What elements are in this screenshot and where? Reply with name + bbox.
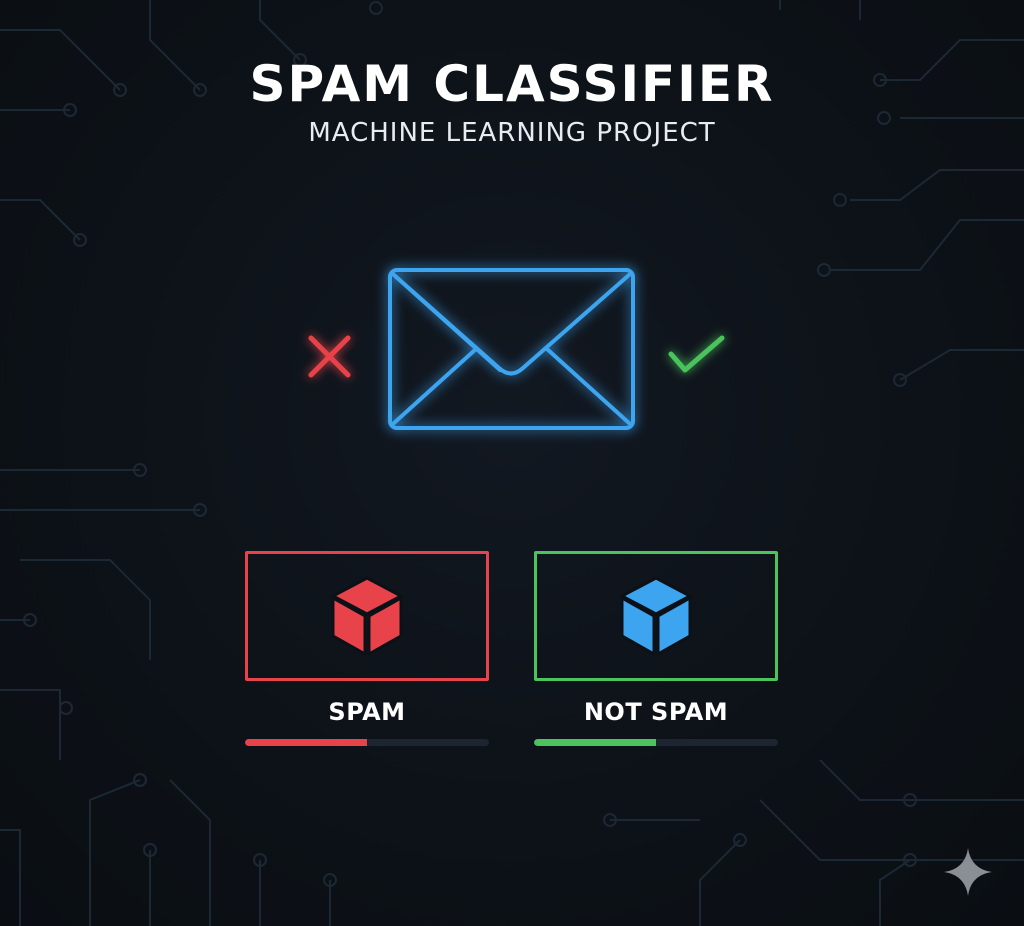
spam-label: SPAM xyxy=(328,698,406,726)
spam-card xyxy=(245,551,489,681)
not-spam-label: NOT SPAM xyxy=(583,698,729,726)
page-subtitle: MACHINE LEARNING PROJECT xyxy=(308,118,716,148)
sparkle-icon xyxy=(944,848,992,896)
spam-progress-fill xyxy=(245,739,367,746)
not-spam-progress-bar xyxy=(534,739,778,746)
cube-icon xyxy=(620,576,692,656)
cube-icon xyxy=(331,576,403,656)
spam-progress-bar xyxy=(245,739,489,746)
envelope-icon xyxy=(388,268,635,430)
checkmark-icon xyxy=(668,335,725,373)
not-spam-card xyxy=(534,551,778,681)
hero-illustration xyxy=(308,268,725,430)
canvas: SPAM CLASSIFIER MACHINE LEARNING PROJECT xyxy=(0,0,1024,926)
not-spam-progress-fill xyxy=(534,739,656,746)
cross-icon xyxy=(308,335,351,378)
page-title: SPAM CLASSIFIER xyxy=(249,55,775,113)
